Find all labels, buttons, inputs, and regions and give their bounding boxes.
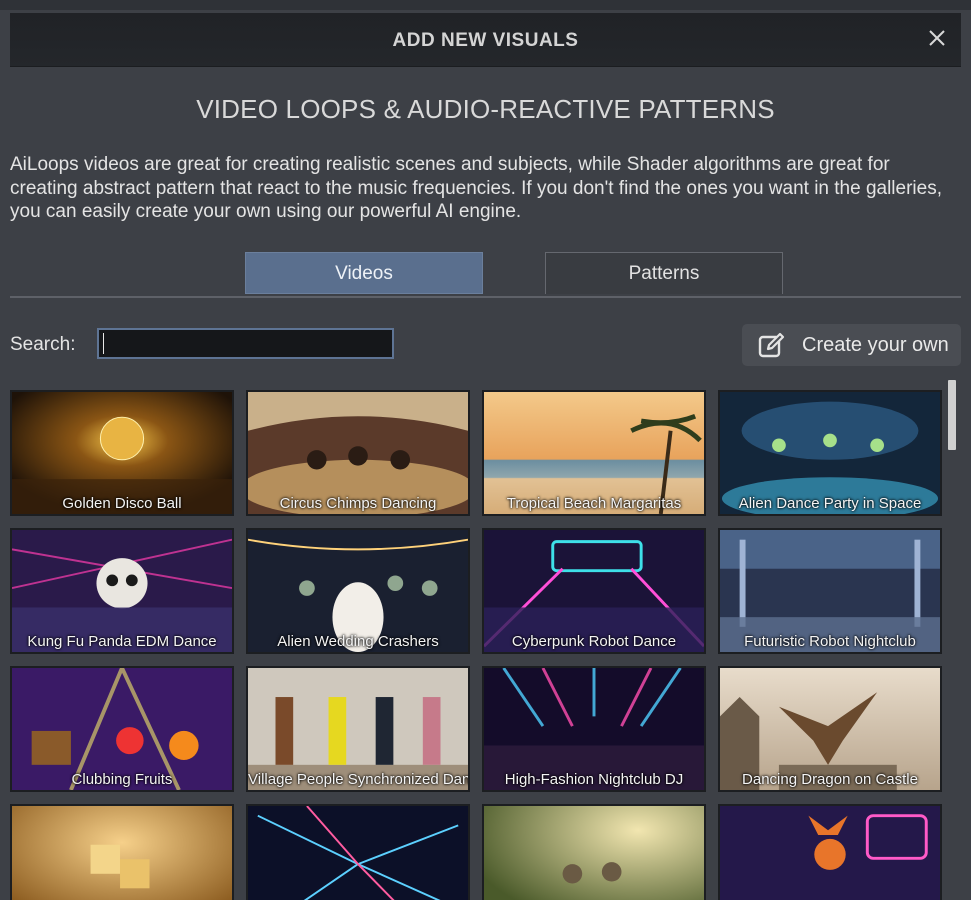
- gallery-tile[interactable]: Alien Dance Party in Space: [718, 390, 942, 516]
- gallery-tile[interactable]: Circus Chimps Dancing: [246, 390, 470, 516]
- gallery-tile[interactable]: [246, 804, 470, 900]
- gallery-tile[interactable]: Futuristic Robot Nightclub: [718, 528, 942, 654]
- tab-bar: Videos Patterns: [10, 252, 961, 298]
- text-caret: [103, 333, 104, 354]
- tile-caption: Cyberpunk Robot Dance: [511, 633, 677, 650]
- tile-caption: Circus Chimps Dancing: [279, 495, 437, 512]
- gallery-scrollbar[interactable]: [946, 378, 958, 900]
- description-text: AiLoops videos are great for creating re…: [10, 154, 942, 222]
- window-top-strip: [0, 0, 971, 10]
- tile-caption: Alien Dance Party in Space: [738, 495, 922, 512]
- tile-caption: Clubbing Fruits: [71, 771, 173, 788]
- tile-caption: Kung Fu Panda EDM Dance: [27, 633, 217, 650]
- tile-caption: Golden Disco Ball: [62, 495, 182, 512]
- gallery-tile[interactable]: Clubbing Fruits: [10, 666, 234, 792]
- edit-icon: [758, 332, 785, 358]
- search-input[interactable]: [97, 328, 394, 359]
- gallery-tile[interactable]: [482, 804, 706, 900]
- gallery-tile[interactable]: Cyberpunk Robot Dance: [482, 528, 706, 654]
- tab-videos[interactable]: Videos: [245, 252, 483, 294]
- close-button[interactable]: [925, 26, 949, 50]
- gallery-tile[interactable]: Alien Wedding Crashers: [246, 528, 470, 654]
- dialog-title: ADD NEW VISUALS: [392, 30, 579, 51]
- gallery-tile[interactable]: Tropical Beach Margaritas: [482, 390, 706, 516]
- gallery-tile[interactable]: Village People Synchronized Dance: [246, 666, 470, 792]
- thumbnail-image: [484, 806, 704, 900]
- tile-caption: Futuristic Robot Nightclub: [744, 633, 916, 650]
- tile-caption: Tropical Beach Margaritas: [506, 495, 682, 512]
- create-your-own-button[interactable]: Create your own: [742, 324, 961, 366]
- close-icon: [929, 30, 945, 46]
- gallery-tile[interactable]: Dancing Dragon on Castle: [718, 666, 942, 792]
- video-gallery: Golden Disco Ball Circus Chimps Dancing …: [10, 390, 946, 900]
- tile-caption: High-Fashion Nightclub DJ: [504, 771, 684, 788]
- tile-caption: Village People Synchronized Dance: [248, 771, 470, 788]
- thumbnail-image: [720, 806, 940, 900]
- gallery-tile[interactable]: [718, 804, 942, 900]
- gallery-tile[interactable]: Kung Fu Panda EDM Dance: [10, 528, 234, 654]
- gallery-tile[interactable]: High-Fashion Nightclub DJ: [482, 666, 706, 792]
- tab-patterns[interactable]: Patterns: [545, 252, 783, 294]
- gallery-tile[interactable]: [10, 804, 234, 900]
- tile-caption: Alien Wedding Crashers: [277, 633, 439, 650]
- thumbnail-image: [12, 806, 232, 900]
- create-button-label: Create your own: [802, 334, 949, 356]
- add-visuals-dialog: ADD NEW VISUALS VIDEO LOOPS & AUDIO-REAC…: [0, 0, 971, 900]
- search-label: Search:: [10, 334, 76, 355]
- scrollbar-thumb[interactable]: [948, 380, 956, 450]
- dialog-header: ADD NEW VISUALS: [10, 13, 961, 67]
- tile-caption: Dancing Dragon on Castle: [742, 771, 918, 788]
- thumbnail-image: [248, 806, 468, 900]
- section-subtitle: VIDEO LOOPS & AUDIO-REACTIVE PATTERNS: [196, 94, 775, 124]
- gallery-tile[interactable]: Golden Disco Ball: [10, 390, 234, 516]
